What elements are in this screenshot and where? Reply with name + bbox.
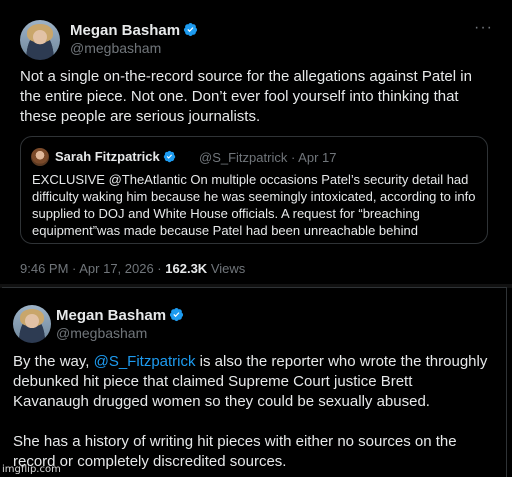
tweet-meta: 9:46 PM · Apr 17, 2026 · 162.3K Views <box>20 261 245 276</box>
tweet-text-start: By the way, <box>13 353 94 370</box>
avatar-face <box>25 314 39 328</box>
verified-badge-icon <box>163 150 175 163</box>
imgflip-watermark: imgflip.com <box>2 464 61 475</box>
tweet-card-1: Megan Basham @megbasham ··· Not a single… <box>0 0 512 286</box>
quoted-handle-text: @S_Fitzpatrick <box>199 150 288 165</box>
quoted-author-avatar[interactable] <box>31 148 49 166</box>
more-options-icon[interactable]: ··· <box>474 20 493 36</box>
quoted-author-name[interactable]: Sarah Fitzpatrick <box>55 149 176 164</box>
avatar-face <box>32 29 48 44</box>
author-handle[interactable]: @megbasham <box>56 325 147 341</box>
quoted-tweet-text: EXCLUSIVE @TheAtlantic On multiple occas… <box>32 172 476 238</box>
avatar[interactable] <box>13 305 51 343</box>
quoted-tweet[interactable]: Sarah Fitzpatrick @S_Fitzpatrick · Apr 1… <box>20 136 488 244</box>
tweet-text: By the way, @S_Fitzpatrick is also the r… <box>13 352 489 412</box>
views-label: Views <box>210 261 246 276</box>
avatar[interactable] <box>20 20 60 60</box>
mention-link[interactable]: @S_Fitzpatrick <box>94 353 196 370</box>
tweet-text-paragraph-2: She has a history of writing hit pieces … <box>13 433 457 470</box>
views-count: 162.3K <box>165 261 208 276</box>
timestamp[interactable]: 9:46 PM · Apr 17, 2026 · <box>20 261 162 276</box>
verified-badge-icon <box>169 307 184 322</box>
quoted-date: · Apr 17 <box>290 150 337 165</box>
author-name-text: Megan Basham <box>56 307 167 324</box>
author-name[interactable]: Megan Basham <box>70 22 198 39</box>
tweet-text: Not a single on-the-record source for th… <box>20 68 472 125</box>
verified-badge-icon <box>183 22 198 37</box>
quoted-author-name-text: Sarah Fitzpatrick <box>55 149 160 164</box>
author-name-text: Megan Basham <box>70 22 181 39</box>
tweet-card-2: Megan Basham @megbasham By the way, @S_F… <box>2 287 507 477</box>
quoted-author-handle[interactable]: @S_Fitzpatrick · Apr 17 <box>199 150 336 165</box>
author-handle[interactable]: @megbasham <box>70 40 161 56</box>
author-name[interactable]: Megan Basham <box>56 307 184 324</box>
